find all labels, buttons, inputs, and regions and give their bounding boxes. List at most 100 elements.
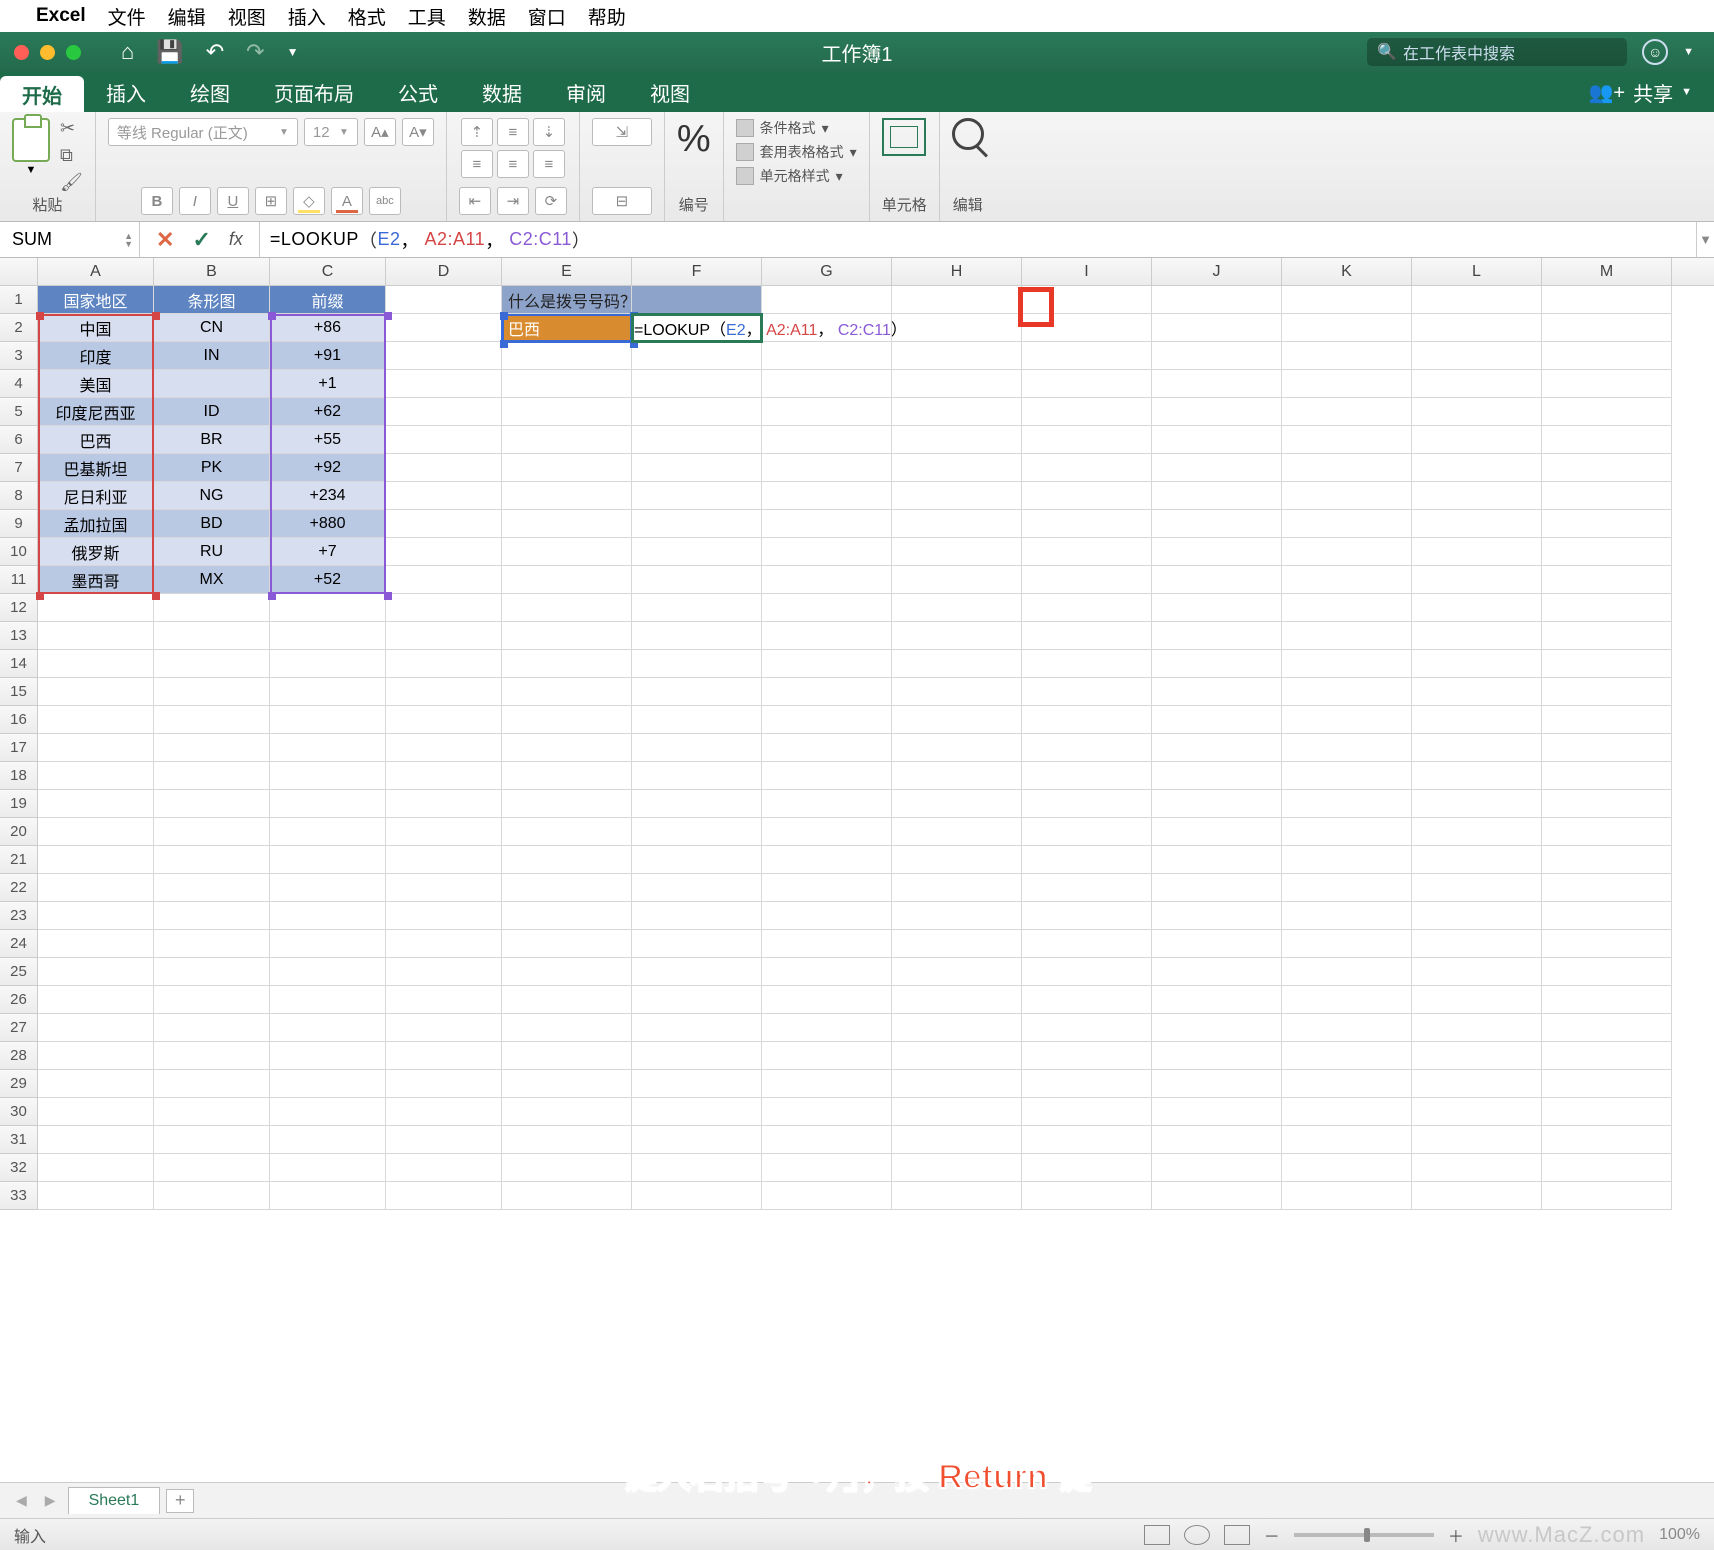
cell-J20[interactable] <box>1152 818 1282 846</box>
cell-E14[interactable] <box>502 650 632 678</box>
cell-E19[interactable] <box>502 790 632 818</box>
cell-M26[interactable] <box>1542 986 1672 1014</box>
cell-A32[interactable] <box>38 1154 154 1182</box>
cell-I4[interactable] <box>1022 370 1152 398</box>
cell-L27[interactable] <box>1412 1014 1542 1042</box>
cell-M15[interactable] <box>1542 678 1672 706</box>
cell-M29[interactable] <box>1542 1070 1672 1098</box>
cell-G10[interactable] <box>762 538 892 566</box>
cell-H7[interactable] <box>892 454 1022 482</box>
cell-M4[interactable] <box>1542 370 1672 398</box>
cell-I5[interactable] <box>1022 398 1152 426</box>
merge-cells-button[interactable]: ⊟ <box>592 187 652 215</box>
cell-B3[interactable]: IN <box>154 342 270 370</box>
cell-K14[interactable] <box>1282 650 1412 678</box>
cell-M2[interactable] <box>1542 314 1672 342</box>
cell-F19[interactable] <box>632 790 762 818</box>
cell-C30[interactable] <box>270 1098 386 1126</box>
cell-E24[interactable] <box>502 930 632 958</box>
cell-H18[interactable] <box>892 762 1022 790</box>
cell-M11[interactable] <box>1542 566 1672 594</box>
cell-G27[interactable] <box>762 1014 892 1042</box>
cell-B31[interactable] <box>154 1126 270 1154</box>
cell-A26[interactable] <box>38 986 154 1014</box>
cell-J8[interactable] <box>1152 482 1282 510</box>
cell-D31[interactable] <box>386 1126 502 1154</box>
cell-I29[interactable] <box>1022 1070 1152 1098</box>
cell-I21[interactable] <box>1022 846 1152 874</box>
cell-A20[interactable] <box>38 818 154 846</box>
cell-A13[interactable] <box>38 622 154 650</box>
row-header[interactable]: 6 <box>0 426 38 454</box>
cell-G5[interactable] <box>762 398 892 426</box>
align-middle-icon[interactable]: ≡ <box>497 118 529 146</box>
cell-H9[interactable] <box>892 510 1022 538</box>
cell-E9[interactable] <box>502 510 632 538</box>
cell-J16[interactable] <box>1152 706 1282 734</box>
cell-B5[interactable]: ID <box>154 398 270 426</box>
cell-C13[interactable] <box>270 622 386 650</box>
cell-C9[interactable]: +880 <box>270 510 386 538</box>
cell-A27[interactable] <box>38 1014 154 1042</box>
cell-D10[interactable] <box>386 538 502 566</box>
app-name[interactable]: Excel <box>36 5 86 27</box>
feedback-dropdown-icon[interactable]: ▼ <box>1683 46 1694 58</box>
cell-F33[interactable] <box>632 1182 762 1210</box>
cell-K32[interactable] <box>1282 1154 1412 1182</box>
cell-I13[interactable] <box>1022 622 1152 650</box>
cell-M12[interactable] <box>1542 594 1672 622</box>
cell-M19[interactable] <box>1542 790 1672 818</box>
cell-D20[interactable] <box>386 818 502 846</box>
cell-F21[interactable] <box>632 846 762 874</box>
phonetic-button[interactable]: abc <box>369 187 401 215</box>
cell-J22[interactable] <box>1152 874 1282 902</box>
row-header[interactable]: 26 <box>0 986 38 1014</box>
tab-data[interactable]: 数据 <box>460 72 544 112</box>
cell-L29[interactable] <box>1412 1070 1542 1098</box>
menu-edit[interactable]: 编辑 <box>168 3 206 30</box>
cell-I17[interactable] <box>1022 734 1152 762</box>
cell-G31[interactable] <box>762 1126 892 1154</box>
cell-J25[interactable] <box>1152 958 1282 986</box>
cell-H30[interactable] <box>892 1098 1022 1126</box>
cell-B20[interactable] <box>154 818 270 846</box>
cell-L19[interactable] <box>1412 790 1542 818</box>
cell-J27[interactable] <box>1152 1014 1282 1042</box>
cell-E21[interactable] <box>502 846 632 874</box>
cell-I27[interactable] <box>1022 1014 1152 1042</box>
row-header[interactable]: 18 <box>0 762 38 790</box>
cell-C14[interactable] <box>270 650 386 678</box>
cell-H22[interactable] <box>892 874 1022 902</box>
cell-H5[interactable] <box>892 398 1022 426</box>
cell-F6[interactable] <box>632 426 762 454</box>
cell-C31[interactable] <box>270 1126 386 1154</box>
cell-M16[interactable] <box>1542 706 1672 734</box>
cell-A22[interactable] <box>38 874 154 902</box>
cell-G14[interactable] <box>762 650 892 678</box>
normal-view-icon[interactable] <box>1144 1525 1170 1545</box>
cell-J10[interactable] <box>1152 538 1282 566</box>
cell-L5[interactable] <box>1412 398 1542 426</box>
cell-M30[interactable] <box>1542 1098 1672 1126</box>
cell-B14[interactable] <box>154 650 270 678</box>
maximize-window-icon[interactable] <box>66 45 81 60</box>
cell-A30[interactable] <box>38 1098 154 1126</box>
cell-M22[interactable] <box>1542 874 1672 902</box>
cell-M23[interactable] <box>1542 902 1672 930</box>
cell-B11[interactable]: MX <box>154 566 270 594</box>
cell-J5[interactable] <box>1152 398 1282 426</box>
cell-K11[interactable] <box>1282 566 1412 594</box>
cell-F20[interactable] <box>632 818 762 846</box>
align-top-icon[interactable]: ⇡ <box>461 118 493 146</box>
cell-K30[interactable] <box>1282 1098 1412 1126</box>
cell-K28[interactable] <box>1282 1042 1412 1070</box>
align-center-icon[interactable]: ≡ <box>497 150 529 178</box>
share-button[interactable]: 👥+ 共享 ▼ <box>1567 72 1714 112</box>
font-color-button[interactable]: A <box>331 187 363 215</box>
cell-M18[interactable] <box>1542 762 1672 790</box>
cell-B33[interactable] <box>154 1182 270 1210</box>
cell-B17[interactable] <box>154 734 270 762</box>
cell-B1[interactable]: 条形图 <box>154 286 270 314</box>
row-header[interactable]: 28 <box>0 1042 38 1070</box>
row-header[interactable]: 30 <box>0 1098 38 1126</box>
